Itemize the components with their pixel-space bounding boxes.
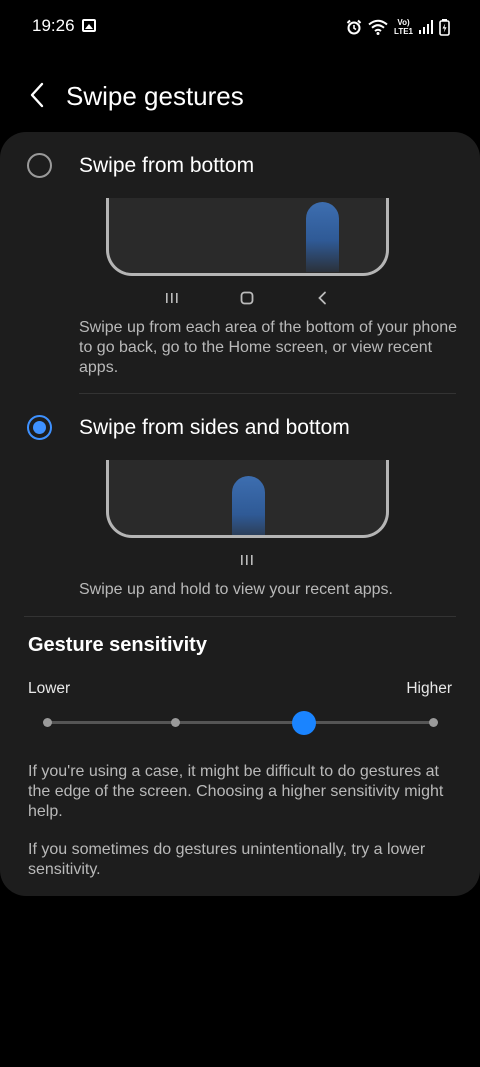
slider-tick[interactable] bbox=[171, 718, 181, 727]
page-title: Swipe gestures bbox=[66, 81, 244, 111]
status-icons: Vo) LTE1 bbox=[346, 16, 450, 38]
slider-tick[interactable] bbox=[42, 718, 52, 727]
phone-illustration bbox=[106, 198, 389, 276]
back-icon bbox=[314, 288, 330, 308]
option-label: Swipe from bottom bbox=[79, 154, 255, 177]
status-bar: 19:26 Vo) LTE1 bbox=[0, 0, 480, 54]
option-description: Swipe up from each area of the bottom of… bbox=[79, 319, 458, 376]
wifi-icon bbox=[368, 19, 388, 35]
sensitivity-note-2: If you sometimes do gestures unintention… bbox=[28, 841, 426, 878]
page-header: Swipe gestures bbox=[0, 72, 480, 122]
finger-illustration bbox=[232, 476, 265, 535]
divider bbox=[79, 393, 456, 394]
radio-swipe-from-bottom[interactable] bbox=[27, 153, 52, 178]
slider-thumb[interactable] bbox=[292, 711, 317, 735]
slider-tick[interactable] bbox=[428, 718, 438, 727]
nav-icons-row bbox=[0, 288, 480, 308]
recents-icon bbox=[239, 550, 255, 570]
status-time: 19:26 bbox=[32, 16, 75, 35]
volte-line-1: Vo) bbox=[397, 18, 410, 27]
image-icon bbox=[82, 19, 96, 32]
sensitivity-title: Gesture sensitivity bbox=[28, 634, 207, 656]
slider-min-label: Lower bbox=[28, 680, 71, 697]
slider-max-label: Higher bbox=[406, 680, 452, 697]
option-description: Swipe up and hold to view your recent ap… bbox=[79, 581, 393, 598]
phone-illustration bbox=[106, 460, 389, 538]
home-icon bbox=[239, 288, 255, 308]
slider-track[interactable] bbox=[47, 721, 433, 724]
sensitivity-note-1: If you're using a case, it might be diff… bbox=[28, 763, 444, 820]
recents-icon bbox=[164, 288, 180, 308]
settings-card: Swipe from bottom Swipe up from each are… bbox=[0, 132, 480, 896]
volte-line-2: LTE1 bbox=[394, 27, 413, 36]
battery-icon bbox=[439, 18, 450, 36]
divider bbox=[24, 616, 456, 617]
signal-icon bbox=[419, 19, 433, 35]
finger-illustration bbox=[306, 202, 339, 272]
volte-icon: Vo) LTE1 bbox=[394, 18, 413, 36]
alarm-icon bbox=[346, 19, 362, 35]
nav-icons-row bbox=[0, 550, 480, 570]
radio-swipe-from-sides-and-bottom[interactable] bbox=[27, 415, 52, 440]
option-label: Swipe from sides and bottom bbox=[79, 416, 350, 439]
chevron-left-icon bbox=[30, 82, 44, 108]
back-button[interactable] bbox=[20, 78, 54, 112]
